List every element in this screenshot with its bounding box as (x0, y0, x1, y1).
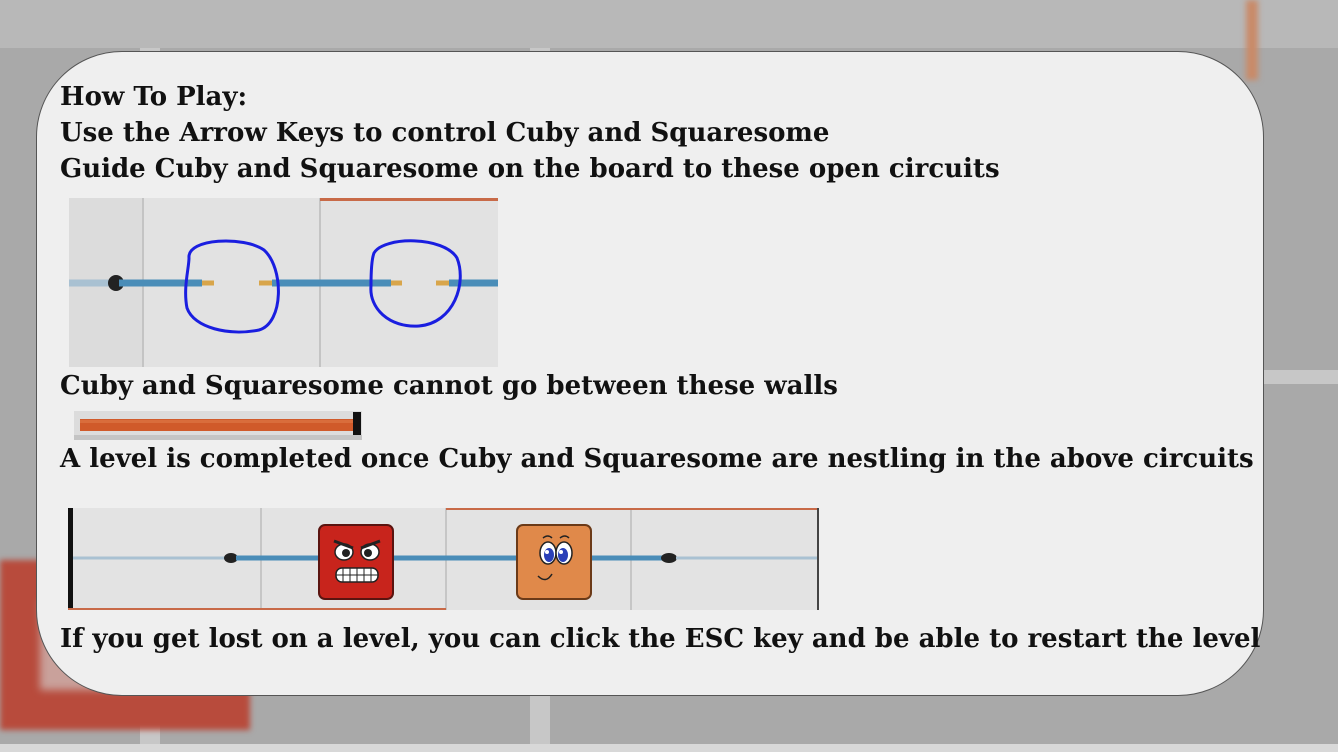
completion-instruction: A level is completed once Cuby and Squar… (60, 444, 1254, 474)
characters-in-circuits-image (68, 508, 819, 610)
walls-instruction: Cuby and Squaresome cannot go between th… (60, 371, 838, 401)
cuby-character (318, 524, 394, 600)
open-circuits-image (69, 198, 498, 367)
wall-image (74, 411, 362, 440)
esc-instruction: If you get lost on a level, you can clic… (60, 624, 1261, 654)
squaresome-character (516, 524, 592, 600)
guide-instruction: Guide Cuby and Squaresome on the board t… (60, 154, 1000, 184)
controls-instruction: Use the Arrow Keys to control Cuby and S… (60, 118, 830, 148)
how-to-play-heading: How To Play: (60, 82, 248, 112)
